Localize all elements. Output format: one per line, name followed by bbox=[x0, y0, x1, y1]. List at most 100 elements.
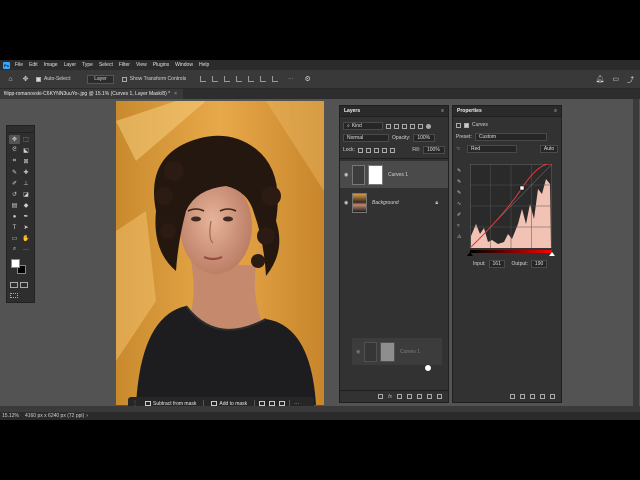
histogram-warning-icon[interactable]: ⚠ bbox=[457, 234, 465, 240]
menu-file[interactable]: File bbox=[15, 62, 23, 68]
frame-tool-icon[interactable]: ⊠ bbox=[21, 157, 32, 166]
fill-field[interactable]: 100% bbox=[423, 146, 445, 154]
clip-to-layer-icon[interactable] bbox=[510, 393, 515, 399]
screen-mode-icon[interactable] bbox=[20, 282, 28, 288]
add-mask-icon[interactable] bbox=[397, 394, 402, 399]
menu-image[interactable]: Image bbox=[44, 62, 58, 68]
dodge-tool-icon[interactable]: ● bbox=[9, 212, 20, 221]
document-tab[interactable]: filipp-romanovski-C6KYNN3uuYo-.jpg @ 15.… bbox=[0, 89, 183, 99]
photoshop-logo[interactable]: Ps bbox=[3, 61, 10, 69]
more-tools-icon[interactable]: ··· bbox=[21, 245, 32, 254]
layer-filter-dropdown[interactable]: ⌕ Kind bbox=[343, 122, 383, 130]
properties-panel-title[interactable]: Properties bbox=[457, 108, 482, 114]
auto-button[interactable]: Auto bbox=[540, 145, 558, 153]
menu-help[interactable]: Help bbox=[199, 62, 209, 68]
align-bottom-icon[interactable] bbox=[260, 76, 267, 82]
filter-toggle-icon[interactable] bbox=[426, 123, 431, 129]
panel-menu-icon[interactable]: ≡ bbox=[554, 108, 557, 114]
eyedropper-tool-icon[interactable]: ✎ bbox=[9, 168, 20, 177]
eraser-tool-icon[interactable]: ◪ bbox=[21, 190, 32, 199]
adjustment-icon[interactable] bbox=[456, 122, 461, 128]
path-selection-icon[interactable]: ➤ bbox=[21, 223, 32, 232]
preset-dropdown[interactable]: Custom bbox=[474, 133, 547, 141]
document-canvas[interactable] bbox=[116, 101, 324, 405]
menu-plugins[interactable]: Plugins bbox=[153, 62, 169, 68]
pencil-curve-icon[interactable]: ✐ bbox=[457, 212, 465, 218]
gradient-tool-icon[interactable]: ▤ bbox=[9, 201, 20, 210]
menu-filter[interactable]: Filter bbox=[119, 62, 130, 68]
black-point-slider[interactable] bbox=[467, 252, 473, 256]
align-top-icon[interactable] bbox=[236, 76, 243, 82]
foreground-color-swatch[interactable] bbox=[11, 259, 20, 268]
object-selection-icon[interactable]: ⬕ bbox=[21, 146, 32, 155]
history-brush-icon[interactable]: ↺ bbox=[9, 190, 20, 199]
notification-bell-icon[interactable]: 🔔︎ bbox=[595, 75, 604, 85]
blur-tool-icon[interactable]: ◆ bbox=[21, 201, 32, 210]
input-field[interactable]: 161 bbox=[488, 260, 505, 268]
curve-point-tool-icon[interactable]: ∿ bbox=[457, 201, 465, 207]
menu-window[interactable]: Window bbox=[175, 62, 193, 68]
reset-icon[interactable] bbox=[530, 393, 535, 399]
delete-adjustment-icon[interactable] bbox=[550, 393, 555, 399]
toggle-visibility-icon[interactable] bbox=[540, 393, 545, 399]
align-left-icon[interactable] bbox=[200, 76, 207, 82]
view-previous-icon[interactable] bbox=[520, 393, 525, 399]
white-point-slider[interactable] bbox=[549, 252, 555, 256]
panel-menu-icon[interactable]: ≡ bbox=[441, 108, 444, 114]
menu-view[interactable]: View bbox=[136, 62, 147, 68]
distribute-icon[interactable] bbox=[272, 76, 279, 82]
new-layer-icon[interactable] bbox=[427, 394, 432, 399]
status-menu-chevron-icon[interactable]: › bbox=[86, 413, 88, 419]
more-options-button[interactable]: ··· bbox=[288, 76, 293, 82]
align-center-icon[interactable] bbox=[212, 76, 219, 82]
hand-tool-icon[interactable]: ✋ bbox=[21, 234, 32, 243]
lock-position-icon[interactable] bbox=[373, 147, 379, 153]
workspace-icon[interactable]: ▭ bbox=[612, 75, 619, 85]
link-layers-icon[interactable] bbox=[378, 394, 384, 399]
move-tool-icon[interactable]: ✥ bbox=[21, 75, 30, 84]
curves-graph[interactable] bbox=[469, 163, 553, 249]
lock-all-icon[interactable] bbox=[389, 147, 395, 153]
align-middle-icon[interactable] bbox=[248, 76, 255, 82]
auto-select-checkbox[interactable] bbox=[36, 76, 41, 82]
auto-select-target-dropdown[interactable]: Layer bbox=[87, 74, 114, 84]
layers-panel-title[interactable]: Layers bbox=[344, 108, 360, 114]
menu-type[interactable]: Type bbox=[82, 62, 93, 68]
visibility-eye-icon[interactable]: ◉ bbox=[344, 172, 352, 178]
zoom-level[interactable]: 15.12% bbox=[2, 413, 19, 419]
vertical-scrollbar[interactable] bbox=[633, 99, 639, 406]
smooth-curve-icon[interactable]: ≈ bbox=[457, 223, 465, 229]
visibility-eye-icon[interactable]: ◉ bbox=[344, 200, 352, 206]
filter-type-icon[interactable] bbox=[402, 123, 407, 129]
delete-layer-icon[interactable] bbox=[437, 394, 442, 399]
filter-adjustment-icon[interactable] bbox=[394, 123, 399, 129]
fx-icon[interactable]: fx bbox=[388, 394, 392, 400]
new-adjustment-icon[interactable] bbox=[407, 394, 412, 399]
healing-brush-icon[interactable]: ✚ bbox=[21, 168, 32, 177]
menu-select[interactable]: Select bbox=[99, 62, 113, 68]
type-tool-icon[interactable]: T bbox=[9, 223, 20, 232]
zoom-tool-icon[interactable]: ⌕ bbox=[9, 245, 20, 254]
menu-layer[interactable]: Layer bbox=[64, 62, 77, 68]
quick-mask-icon[interactable] bbox=[10, 282, 18, 288]
blend-mode-dropdown[interactable]: Normal bbox=[343, 134, 389, 142]
pen-tool-icon[interactable]: ✒ bbox=[21, 212, 32, 221]
target-adjust-icon[interactable]: ☜ bbox=[456, 146, 464, 152]
settings-gear-icon[interactable]: ⚙ bbox=[303, 75, 312, 84]
eyedropper-white-icon[interactable]: ✎ bbox=[457, 190, 465, 196]
home-icon[interactable]: ⌂ bbox=[6, 75, 15, 84]
lock-artboard-icon[interactable] bbox=[381, 147, 387, 153]
filter-smart-object-icon[interactable] bbox=[418, 123, 423, 129]
layer-mask-thumbnail[interactable] bbox=[368, 164, 383, 185]
align-right-icon[interactable] bbox=[224, 76, 231, 82]
filter-pixel-icon[interactable] bbox=[386, 123, 391, 129]
opacity-field[interactable]: 100% bbox=[413, 134, 436, 142]
menu-edit[interactable]: Edit bbox=[29, 62, 38, 68]
lock-transparent-icon[interactable] bbox=[357, 147, 363, 153]
share-icon[interactable]: ⤴ bbox=[627, 75, 634, 85]
brush-tool-icon[interactable]: ✐ bbox=[9, 179, 20, 188]
edit-toolbar-icon[interactable] bbox=[10, 293, 18, 298]
close-tab-icon[interactable]: × bbox=[174, 91, 177, 97]
tools-panel-grip[interactable] bbox=[7, 126, 34, 133]
move-tool-icon[interactable]: ✥ bbox=[9, 135, 20, 144]
